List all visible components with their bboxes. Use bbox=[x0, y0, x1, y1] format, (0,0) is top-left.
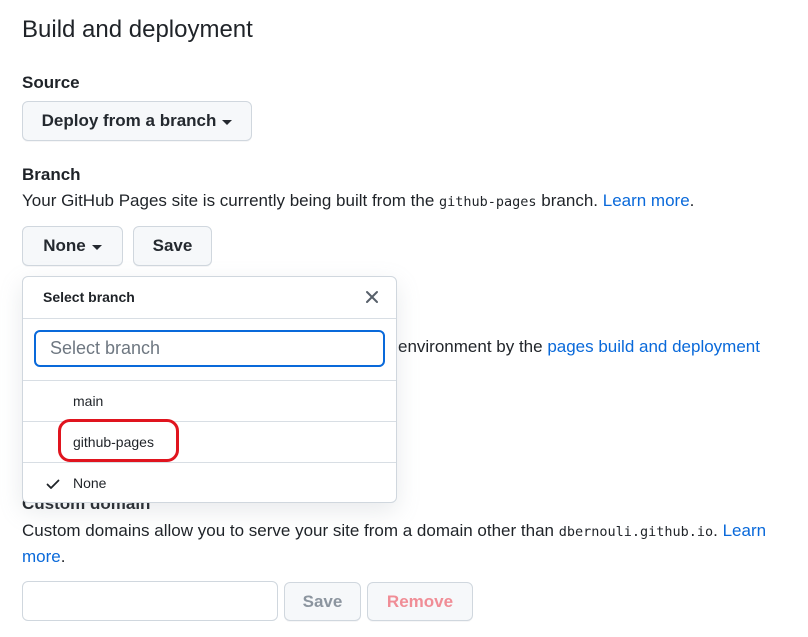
branch-option-none[interactable]: None bbox=[23, 463, 396, 502]
source-dropdown-button[interactable]: Deploy from a branch bbox=[22, 101, 252, 141]
branch-desc-text: Your GitHub Pages site is currently bein… bbox=[22, 191, 440, 210]
source-button-label: Deploy from a branch bbox=[41, 111, 217, 130]
branch-option-label: None bbox=[73, 475, 107, 491]
custom-domain-desc-text: Custom domains allow you to serve your s… bbox=[22, 521, 559, 540]
custom-domain-desc-suffix: . bbox=[713, 521, 723, 540]
branch-option-main[interactable]: main bbox=[23, 381, 396, 422]
learn-more-link[interactable]: Learn more bbox=[603, 191, 690, 210]
source-label: Source bbox=[22, 73, 80, 92]
close-icon[interactable] bbox=[360, 285, 384, 309]
branch-selector-button[interactable]: None bbox=[22, 226, 123, 266]
custom-domain-code: dbernouli.github.io bbox=[558, 524, 714, 540]
branch-desc-suffix: branch. bbox=[536, 191, 603, 210]
custom-domain-input[interactable] bbox=[22, 581, 278, 621]
pages-build-deployment-link[interactable]: pages build and deployment bbox=[547, 337, 760, 356]
branch-description: Your GitHub Pages site is currently bein… bbox=[22, 188, 694, 215]
custom-domain-learn-link[interactable]: Learn bbox=[723, 521, 766, 540]
custom-domain-period: . bbox=[60, 547, 66, 566]
custom-domain-more-link[interactable]: more bbox=[22, 547, 61, 566]
menu-header: Select branch bbox=[23, 277, 396, 319]
branch-desc-code: github-pages bbox=[439, 194, 537, 210]
branch-option-github-pages[interactable]: github-pages bbox=[23, 422, 396, 463]
custom-domain-remove-button: Remove bbox=[367, 582, 473, 621]
custom-domain-description: Custom domains allow you to serve your s… bbox=[22, 518, 766, 545]
menu-title: Select branch bbox=[43, 289, 135, 305]
custom-domain-description-line2: more. bbox=[22, 544, 65, 570]
branch-save-button[interactable]: Save bbox=[133, 226, 212, 266]
caret-down-icon bbox=[222, 119, 233, 125]
branch-filter-input[interactable] bbox=[34, 330, 385, 367]
branch-desc-period: . bbox=[689, 191, 695, 210]
menu-filter bbox=[23, 319, 396, 381]
deployment-partial-text: environment by the pages build and deplo… bbox=[398, 334, 760, 360]
branch-option-label: github-pages bbox=[73, 434, 154, 450]
branch-selector-label: None bbox=[43, 236, 86, 255]
caret-down-icon bbox=[91, 244, 102, 250]
check-icon bbox=[45, 476, 61, 492]
select-branch-menu: Select branch main github-pages None bbox=[22, 276, 397, 503]
partial-text: environment by the bbox=[398, 337, 548, 356]
section-heading: Build and deployment bbox=[22, 16, 253, 43]
custom-domain-save-button: Save bbox=[284, 582, 361, 621]
branch-label: Branch bbox=[22, 165, 81, 184]
branch-option-label: main bbox=[73, 393, 104, 409]
